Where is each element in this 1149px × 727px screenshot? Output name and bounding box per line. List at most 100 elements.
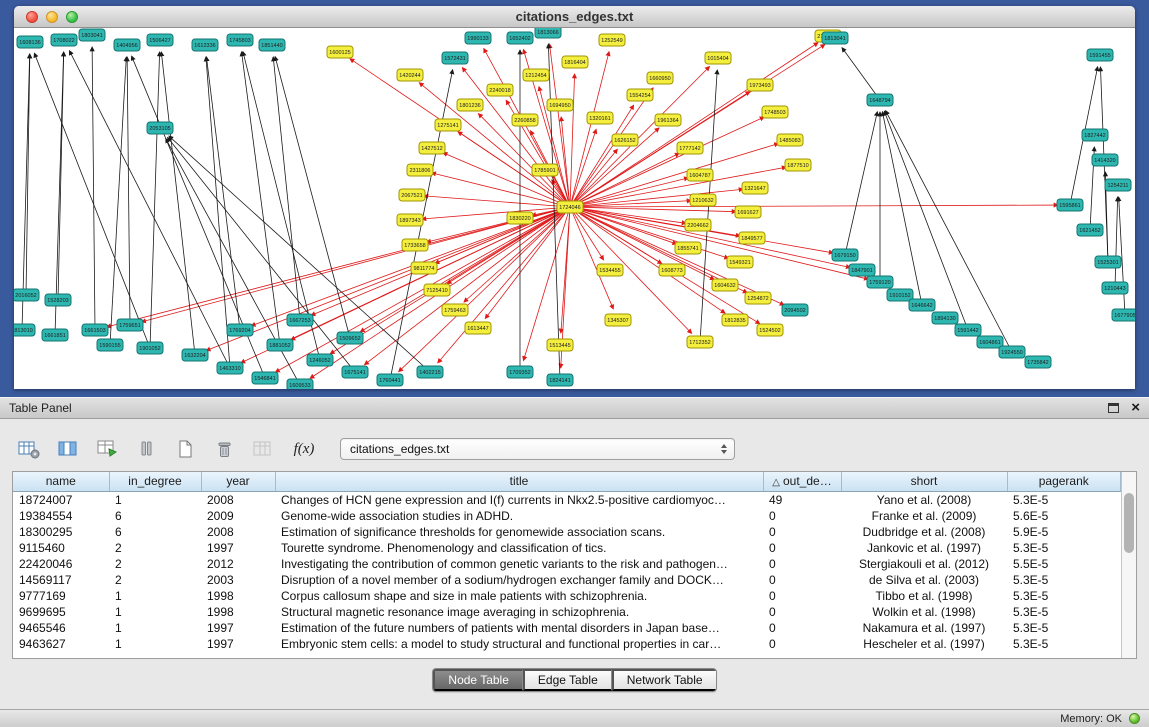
table-cell[interactable]: 19384554 (13, 508, 109, 524)
new-file-icon[interactable] (170, 436, 200, 462)
graph-node[interactable]: 1733658 (402, 239, 428, 251)
graph-node[interactable]: 9811774 (411, 262, 437, 274)
table-row[interactable]: 1872400712008Changes of HCN gene express… (13, 491, 1121, 508)
graph-node[interactable]: 1855741 (675, 242, 701, 254)
network-canvas[interactable]: 1724046181640412124542240018180123612751… (14, 28, 1135, 389)
graph-node[interactable]: 1549321 (727, 256, 753, 268)
graph-node[interactable]: 1830220 (507, 212, 533, 224)
table-cell[interactable]: 0 (763, 572, 841, 588)
graph-node[interactable]: 1646642 (909, 299, 935, 311)
graph-node[interactable]: 1345307 (605, 314, 631, 326)
table-cell[interactable]: 18724007 (13, 491, 109, 508)
graph-node[interactable]: 1973493 (747, 79, 773, 91)
table-cell[interactable]: 14569117 (13, 572, 109, 588)
table-cell[interactable]: 9115460 (13, 540, 109, 556)
graph-node[interactable]: 1759120 (867, 276, 893, 288)
table-cell[interactable]: 6 (109, 524, 201, 540)
graph-node[interactable]: 1813066 (535, 28, 561, 38)
graph-node[interactable]: 1524502 (757, 324, 783, 336)
column-header-pagerank[interactable]: pagerank (1007, 472, 1121, 491)
graph-node[interactable]: 1612336 (192, 39, 218, 51)
network-graph[interactable]: 1724046181640412124542240018180123612751… (14, 28, 1135, 389)
table-cell[interactable]: 2 (109, 572, 201, 588)
table-cell[interactable]: Structural magnetic resonance image aver… (275, 604, 763, 620)
graph-node[interactable]: 1420244 (397, 69, 423, 81)
graph-node[interactable]: 1600125 (327, 46, 353, 58)
table-cell[interactable]: Yano et al. (2008) (841, 491, 1007, 508)
graph-node[interactable]: 1824141 (547, 374, 573, 386)
graph-node[interactable]: 1677905 (1112, 309, 1135, 321)
graph-node[interactable]: 1320161 (587, 112, 613, 124)
graph-node[interactable]: 1528203 (45, 294, 71, 306)
table-cell[interactable]: 5.3E-5 (1007, 636, 1121, 652)
graph-node[interactable]: 1402215 (417, 366, 443, 378)
graph-node[interactable]: 1847901 (849, 264, 875, 276)
table-cell[interactable]: 5.6E-5 (1007, 508, 1121, 524)
graph-node[interactable]: 1813041 (822, 32, 848, 44)
graph-node[interactable]: 1851440 (259, 39, 285, 51)
table-cell[interactable]: Tourette syndrome. Phenomenology and cla… (275, 540, 763, 556)
table-row[interactable]: 1938455462009Genome-wide association stu… (13, 508, 1121, 524)
table-cell[interactable]: Wolkin et al. (1998) (841, 604, 1007, 620)
graph-node[interactable]: 1509652 (337, 332, 363, 344)
zoom-window-button[interactable] (66, 11, 78, 23)
graph-node[interactable]: 1801236 (457, 99, 483, 111)
graph-node[interactable]: 1621452 (1077, 224, 1103, 236)
table-cell[interactable]: 1 (109, 604, 201, 620)
graph-node[interactable]: 1506427 (147, 34, 173, 46)
graph-node[interactable]: 1608773 (659, 264, 685, 276)
table-row[interactable]: 946554611997Estimation of the future num… (13, 620, 1121, 636)
table-mode-icon[interactable] (14, 436, 44, 462)
graph-node[interactable]: 2260858 (512, 114, 538, 126)
column-header-title[interactable]: title (275, 472, 763, 491)
graph-node[interactable]: 1246052 (307, 354, 333, 366)
float-panel-icon[interactable] (1108, 403, 1119, 413)
graph-node[interactable]: 1604632 (712, 279, 738, 291)
graph-node[interactable]: 1709352 (507, 366, 533, 378)
graph-node[interactable]: 1275141 (435, 119, 461, 131)
graph-node[interactable]: 1813010 (14, 324, 35, 336)
table-cell[interactable]: Stergiakouli et al. (2012) (841, 556, 1007, 572)
graph-node[interactable]: 1812835 (722, 314, 748, 326)
graph-node[interactable]: 1894130 (932, 312, 958, 324)
graph-node[interactable]: 1572431 (442, 52, 468, 64)
graph-node[interactable]: 1632204 (182, 349, 208, 361)
graph-node[interactable]: 1613447 (465, 322, 491, 334)
trash-icon[interactable] (209, 436, 239, 462)
graph-node[interactable]: 1661851 (42, 329, 68, 341)
graph-node[interactable]: 1881052 (267, 339, 293, 351)
graph-node[interactable]: 7125410 (424, 284, 450, 296)
table-cell[interactable]: 18300295 (13, 524, 109, 540)
graph-node[interactable]: 1708022 (51, 34, 77, 46)
table-cell[interactable]: 1 (109, 491, 201, 508)
graph-node[interactable]: 1748503 (762, 106, 788, 118)
table-cell[interactable]: 5.3E-5 (1007, 491, 1121, 508)
tab-edge-table[interactable]: Edge Table (523, 669, 612, 691)
graph-node[interactable]: 1990133 (465, 32, 491, 44)
table-cell[interactable]: 0 (763, 604, 841, 620)
graph-node[interactable]: 1675141 (342, 366, 368, 378)
graph-node[interactable]: 1534455 (597, 264, 623, 276)
table-cell[interactable]: 5.5E-5 (1007, 556, 1121, 572)
graph-node[interactable]: 1595861 (1057, 199, 1083, 211)
graph-node[interactable]: 1591442 (955, 324, 981, 336)
graph-node[interactable]: 1608136 (17, 36, 43, 48)
scrollbar-thumb[interactable] (1124, 493, 1134, 553)
graph-node[interactable]: 2016052 (14, 289, 39, 301)
graph-node[interactable]: 1816404 (562, 56, 588, 68)
vertical-scrollbar[interactable] (1121, 472, 1136, 658)
column-header-name[interactable]: name (13, 472, 109, 491)
graph-node[interactable]: 1924550 (999, 346, 1025, 358)
table-cell[interactable]: 2008 (201, 491, 275, 508)
table-cell[interactable]: 6 (109, 508, 201, 524)
table-cell[interactable]: Nakamura et al. (1997) (841, 620, 1007, 636)
table-cell[interactable]: 0 (763, 556, 841, 572)
graph-node[interactable]: 1803041 (79, 29, 105, 41)
table-cell[interactable]: Jankovic et al. (1997) (841, 540, 1007, 556)
graph-node[interactable]: 1404956 (114, 39, 140, 51)
table-cell[interactable]: 9777169 (13, 588, 109, 604)
table-cell[interactable]: 1 (109, 620, 201, 636)
graph-node[interactable]: 1626152 (612, 134, 638, 146)
graph-node[interactable]: 1525301 (1095, 256, 1121, 268)
table-cell[interactable]: 2 (109, 540, 201, 556)
